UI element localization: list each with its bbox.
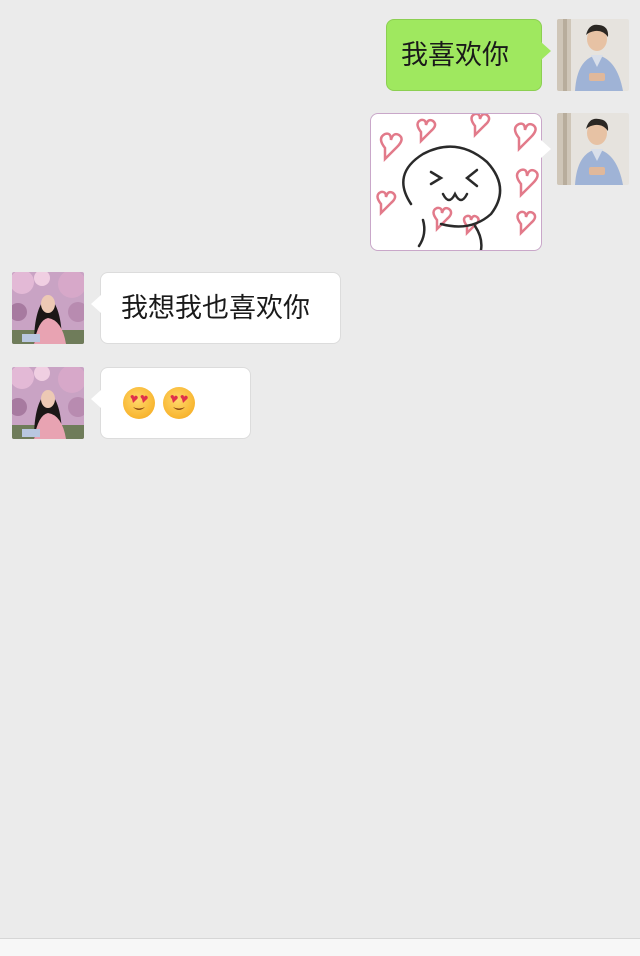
received-message-bubble[interactable]: 我想我也喜欢你: [91, 272, 341, 344]
my-avatar[interactable]: [557, 19, 629, 91]
heart-face-sticker: [371, 114, 541, 250]
sent-sticker-message[interactable]: [370, 113, 551, 251]
received-emoji-bubble[interactable]: [91, 367, 251, 439]
input-toolbar[interactable]: [0, 938, 640, 956]
sent-message-bubble[interactable]: 我喜欢你: [386, 19, 551, 91]
heart-eyes-emoji: [123, 387, 155, 419]
message-text: 我想我也喜欢你: [121, 292, 310, 324]
contact-avatar[interactable]: [12, 367, 84, 439]
heart-eyes-emoji: [163, 387, 195, 419]
my-avatar[interactable]: [557, 113, 629, 185]
chat-area: 我喜欢你 我想我也喜欢你: [0, 0, 640, 940]
contact-avatar[interactable]: [12, 272, 84, 344]
message-text: 我喜欢你: [401, 39, 509, 71]
